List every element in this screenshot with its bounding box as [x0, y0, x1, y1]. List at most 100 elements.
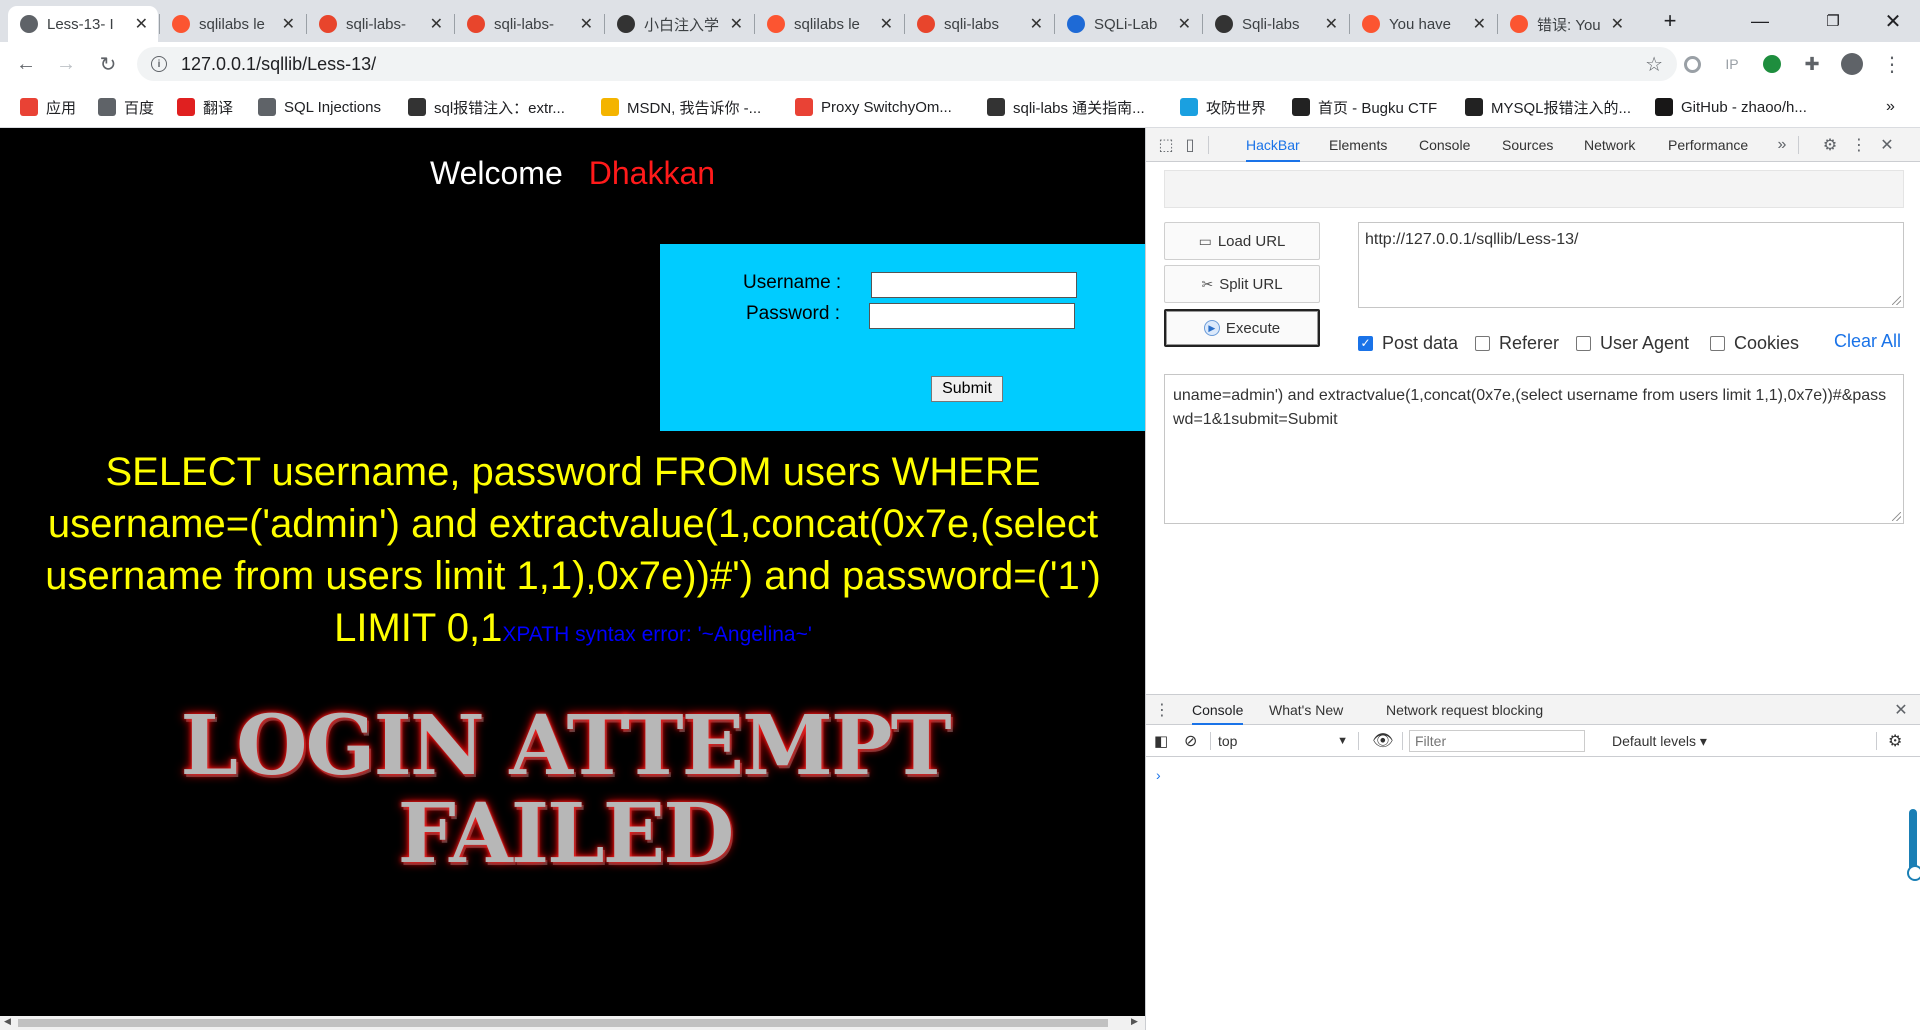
forward-button[interactable]: →	[50, 48, 82, 80]
resize-grip-icon[interactable]	[1892, 512, 1901, 521]
close-tab-icon[interactable]: ✕	[880, 14, 893, 34]
address-bar[interactable]: i 127.0.0.1/sqllib/Less-13/ ☆	[137, 47, 1677, 81]
extensions-puzzle-icon[interactable]: ✚	[1800, 52, 1824, 76]
password-input[interactable]	[869, 303, 1075, 329]
browser-tab[interactable]: 错误: You ✕	[1498, 6, 1634, 42]
referer-checkbox[interactable]: Referer	[1475, 331, 1559, 355]
submit-button[interactable]: Submit	[931, 376, 1003, 402]
close-tab-icon[interactable]: ✕	[135, 14, 148, 34]
close-tab-icon[interactable]: ✕	[1611, 14, 1624, 34]
back-button[interactable]: ←	[10, 48, 42, 80]
scroll-right-arrow-icon[interactable]: ▶	[1131, 1016, 1138, 1027]
browser-tab[interactable]: sqli-labs- ✕	[455, 6, 603, 42]
bookmark-star-icon[interactable]: ☆	[1645, 52, 1663, 77]
close-tab-icon[interactable]: ✕	[1178, 14, 1191, 34]
split-url-button[interactable]: ✂ Split URL	[1164, 265, 1320, 303]
drawer-tab-what-s-new[interactable]: What's New	[1269, 695, 1343, 725]
drawer-tab-network-request-blocking[interactable]: Network request blocking	[1386, 695, 1543, 725]
devtools-tab-console[interactable]: Console	[1419, 128, 1470, 162]
close-tab-icon[interactable]: ✕	[580, 14, 593, 34]
close-tab-icon[interactable]: ✕	[730, 14, 743, 34]
bookmark-item[interactable]: sqli-labs 通关指南...	[987, 96, 1145, 118]
browser-tab[interactable]: Sqli-labs ✕	[1203, 6, 1348, 42]
close-drawer-icon[interactable]: ✕	[1891, 700, 1911, 720]
sidebar-toggle-icon[interactable]: ◧	[1154, 731, 1168, 751]
minimize-button[interactable]: —	[1730, 0, 1790, 42]
hackbar-url-textarea[interactable]: http://127.0.0.1/sqllib/Less-13/	[1358, 222, 1904, 308]
browser-tab[interactable]: sqlilabs le ✕	[755, 6, 903, 42]
console-filter-input[interactable]: Filter	[1409, 730, 1585, 752]
post-data-checkbox[interactable]: ✓ Post data	[1358, 331, 1458, 355]
execute-button[interactable]: ▶ Execute	[1164, 309, 1320, 347]
green-extension-icon[interactable]	[1760, 52, 1784, 76]
user-agent-checkbox[interactable]: User Agent	[1576, 331, 1689, 355]
bookmark-item[interactable]: 百度	[98, 96, 154, 118]
browser-tab[interactable]: sqli-labs- ✕	[307, 6, 453, 42]
devtools-tab-elements[interactable]: Elements	[1329, 128, 1387, 162]
devtools-tab-sources[interactable]: Sources	[1502, 128, 1553, 162]
clear-console-icon[interactable]: ⊘	[1184, 731, 1197, 751]
close-window-button[interactable]: ✕	[1863, 0, 1920, 42]
checkbox-icon[interactable]	[1475, 335, 1490, 351]
close-tab-icon[interactable]: ✕	[1325, 14, 1338, 34]
bookmark-item[interactable]: 首页 - Bugku CTF	[1292, 96, 1437, 118]
close-tab-icon[interactable]: ✕	[282, 14, 295, 34]
console-scrollbar[interactable]	[1907, 809, 1920, 881]
address-url[interactable]: 127.0.0.1/sqllib/Less-13/	[181, 54, 376, 75]
browser-tab[interactable]: sqli-labs ✕	[905, 6, 1053, 42]
scroll-left-arrow-icon[interactable]: ◀	[4, 1016, 11, 1027]
browser-tab[interactable]: Less-13- I ✕	[8, 6, 158, 42]
bookmark-item[interactable]: SQL Injections	[258, 96, 381, 118]
checkbox-checked-icon[interactable]: ✓	[1358, 335, 1373, 351]
browser-tab[interactable]: sqlilabs le ✕	[160, 6, 305, 42]
ip-extension-icon[interactable]: IP	[1720, 52, 1744, 76]
checkbox-icon[interactable]	[1710, 335, 1725, 351]
settings-gear-icon[interactable]: ⚙	[1820, 135, 1840, 155]
devtools-tab-hackbar[interactable]: HackBar	[1246, 128, 1300, 162]
browser-tab[interactable]: SQLi-Lab ✕	[1055, 6, 1201, 42]
device-toolbar-icon[interactable]: ▯	[1180, 135, 1200, 155]
inspect-element-icon[interactable]: ⬚	[1156, 135, 1176, 155]
live-expression-eye-icon[interactable]: 👁	[1372, 731, 1394, 751]
chrome-menu-icon[interactable]: ⋮	[1880, 52, 1904, 76]
bookmark-item[interactable]: 攻防世界	[1180, 96, 1266, 118]
drawer-menu-icon[interactable]: ⋮	[1152, 700, 1172, 720]
more-tabs-icon[interactable]: »	[1772, 135, 1792, 155]
drawer-tab-console[interactable]: Console	[1192, 695, 1244, 725]
bookmarks-overflow-icon[interactable]: »	[1886, 96, 1895, 118]
close-tab-icon[interactable]: ✕	[1030, 14, 1043, 34]
load-url-button[interactable]: ▭ Load URL	[1164, 222, 1320, 260]
checkbox-icon[interactable]	[1576, 335, 1591, 351]
devtools-tab-performance[interactable]: Performance	[1668, 128, 1748, 162]
bookmark-item[interactable]: sql报错注入：extr...	[408, 96, 565, 118]
bookmark-item[interactable]: MYSQL报错注入的...	[1465, 96, 1631, 118]
restore-button[interactable]: ❐	[1803, 0, 1863, 42]
close-devtools-icon[interactable]: ✕	[1877, 135, 1897, 155]
username-input[interactable]	[871, 272, 1077, 298]
reload-button[interactable]: ↻	[92, 48, 124, 80]
resize-grip-icon[interactable]	[1892, 296, 1901, 305]
bookmark-item[interactable]: Proxy SwitchyOm...	[795, 96, 952, 118]
close-tab-icon[interactable]: ✕	[430, 14, 443, 34]
post-data-textarea[interactable]: uname=admin') and extractvalue(1,concat(…	[1164, 374, 1904, 524]
bookmark-item[interactable]: 应用	[20, 96, 76, 118]
console-settings-gear-icon[interactable]: ⚙	[1888, 731, 1902, 751]
log-levels-dropdown[interactable]: Default levels ▾	[1612, 731, 1707, 751]
bookmark-item[interactable]: MSDN, 我告诉你 -...	[601, 96, 761, 118]
context-selector[interactable]: top ▼	[1218, 731, 1348, 751]
scrollbar-thumb[interactable]	[18, 1019, 1108, 1027]
browser-tab[interactable]: You have ✕	[1350, 6, 1496, 42]
extension-circle-icon[interactable]	[1680, 52, 1704, 76]
close-tab-icon[interactable]: ✕	[1473, 14, 1486, 34]
bookmark-item[interactable]: 翻译	[177, 96, 233, 118]
site-info-icon[interactable]: i	[151, 56, 167, 72]
page-horizontal-scrollbar[interactable]: ◀ ▶	[0, 1016, 1145, 1030]
bookmark-item[interactable]: GitHub - zhaoo/h...	[1655, 96, 1807, 118]
clear-all-link[interactable]: Clear All	[1834, 331, 1901, 352]
console-prompt-icon[interactable]: ›	[1156, 767, 1161, 783]
browser-tab[interactable]: 小白注入学 ✕	[605, 6, 753, 42]
cookies-checkbox[interactable]: Cookies	[1710, 331, 1799, 355]
devtools-menu-icon[interactable]: ⋮	[1849, 135, 1869, 155]
profile-avatar-icon[interactable]	[1840, 52, 1864, 76]
new-tab-button[interactable]: +	[1640, 0, 1700, 42]
